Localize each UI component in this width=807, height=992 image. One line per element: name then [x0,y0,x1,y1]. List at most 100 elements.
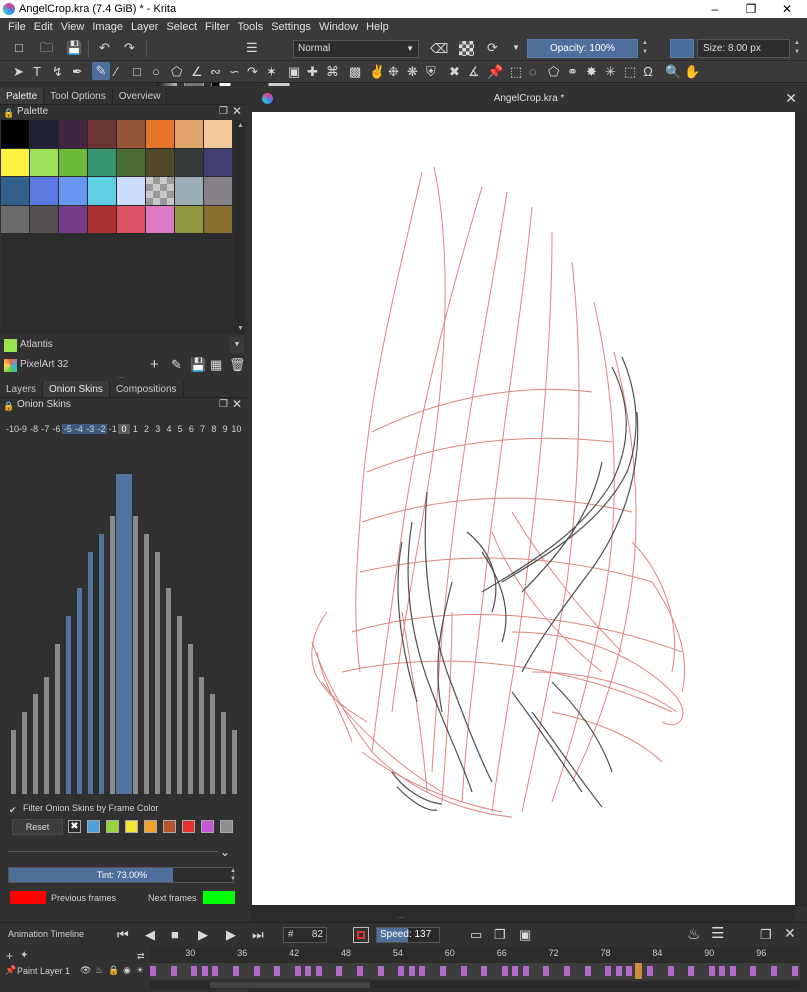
onion-frame-number[interactable]: -3 [84,424,96,434]
animated-icon[interactable]: ☀ [136,965,144,976]
palette-swatch[interactable] [117,205,146,234]
new-document-icon[interactable]: □ [15,41,23,54]
keyframe[interactable] [232,966,239,976]
frame-track[interactable] [150,963,800,979]
ellipse-tool-icon[interactable]: ○ [152,65,160,78]
palette-swatch[interactable] [88,120,117,149]
timeline-scrollbar[interactable] [150,981,800,989]
reference-images-icon[interactable]: 📌 [487,65,503,78]
add-frame-icon[interactable]: ▭ [470,928,482,941]
frame-color-yellow[interactable] [125,820,138,833]
reload-preset-icon[interactable]: ⟳ [487,41,498,54]
lock-icon[interactable]: 🔒 [108,965,119,976]
onion-opacity-bar[interactable] [33,694,39,794]
palette-swatch[interactable] [30,177,59,206]
onion-frame-number[interactable]: 8 [208,424,219,434]
keyframe[interactable] [667,966,674,976]
zoom-timeline-icon[interactable]: ⇄ [137,951,145,962]
contiguous-select-icon[interactable]: ✸ [586,65,597,78]
keyframe[interactable] [729,966,736,976]
onion-frame-number[interactable]: 7 [197,424,208,434]
onion-skin-icon[interactable]: ♨ [95,965,103,976]
tab-onion-skins[interactable]: Onion Skins [43,381,110,397]
canvas-horizontal-scrollbar[interactable] [252,907,795,916]
onion-frame-number[interactable]: -5 [62,424,74,434]
keyframe[interactable] [750,966,757,976]
opacity-slider[interactable]: Opacity: 100% [527,39,638,58]
palette-scrollbar[interactable]: ▲ ▼ [234,120,245,334]
timeline-ruler[interactable]: 30 36 42 48 54 60 66 72 78 84 90 96 [150,947,800,963]
keyframe[interactable] [771,966,777,976]
close-window-icon[interactable]: ✕ [772,0,802,18]
text-tool-icon[interactable]: T [33,65,41,78]
colorize-mask-icon[interactable]: ❋ [407,65,418,78]
onion-frame-number[interactable]: 4 [163,424,174,434]
freehand-brush-icon[interactable]: ✎ [92,62,110,80]
chevron-down-icon[interactable]: ⌄ [220,845,230,859]
current-frame-field[interactable]: #82 [283,927,327,943]
onion-opacity-bar[interactable] [209,694,215,794]
frame-color-brown[interactable] [163,820,176,833]
menu-window[interactable]: Window [315,21,362,33]
onion-frame-number[interactable]: -9 [17,424,28,434]
assistant-tool-icon[interactable]: ✖ [449,65,460,78]
frame-color-red[interactable] [182,820,195,833]
palette-swatch[interactable] [1,205,30,234]
onion-frame-number[interactable]: -10 [6,424,19,434]
palette-swatch[interactable] [30,148,59,177]
menu-help[interactable]: Help [362,21,393,33]
palette-swatch[interactable] [1,148,30,177]
onion-opacity-bar[interactable] [143,534,149,794]
keyframe[interactable] [170,966,177,976]
brush-settings-icon[interactable]: ☰ [246,41,258,54]
splitter-handle[interactable]: ⋯ [397,914,404,922]
tab-overview[interactable]: Overview [113,88,168,104]
keyframe[interactable] [150,966,156,976]
tab-layers[interactable]: Layers [0,381,44,397]
onion-frame-number[interactable]: 5 [175,424,186,434]
chevron-down-icon[interactable]: ▼ [512,44,520,52]
menu-filter[interactable]: Filter [201,21,233,33]
menu-view[interactable]: View [57,21,89,33]
polyline-tool-icon[interactable]: ∠ [191,65,203,78]
float-dock-icon[interactable]: ❐ [219,398,228,412]
last-frame-icon[interactable]: ⏭ [252,928,264,941]
frame-color-none[interactable]: ✖ [68,820,81,833]
palette-swatch[interactable] [117,120,146,149]
line-tool-icon[interactable]: ∕ [115,65,117,78]
magnetic-select-icon[interactable]: Ω [643,65,653,78]
gradient-tool-icon[interactable]: ▩ [349,65,361,78]
onion-frame-number[interactable]: -6 [51,424,62,434]
palette-swatch[interactable] [175,177,204,206]
freehand-path-icon[interactable]: ∽ [229,65,240,78]
frame-color-blue[interactable] [87,820,100,833]
add-swatch-icon[interactable]: + [150,357,159,372]
current-frame-marker[interactable] [635,963,643,979]
palette-swatch[interactable] [117,177,146,206]
palette-swatch[interactable] [146,177,175,206]
frame-color-gray[interactable] [220,820,233,833]
onion-opacity-bar[interactable] [116,473,132,794]
redo-icon[interactable]: ↷ [124,41,135,54]
alpha-lock-icon[interactable] [459,41,474,56]
calligraphy-icon[interactable]: ✒ [72,65,83,78]
dynamic-brush-icon[interactable]: ↷ [247,65,258,78]
tint-spinner[interactable]: ▲ ▼ [230,867,236,883]
palette-swatch[interactable] [175,120,204,149]
measure-tool-icon[interactable]: ∡ [468,65,480,78]
opacity-spinner[interactable]: ▲ ▼ [640,39,650,58]
menu-settings[interactable]: Settings [267,21,315,33]
close-dock-icon[interactable]: ✕ [784,926,796,940]
palette-name[interactable]: PixelArt 32 [20,359,68,370]
keyframe[interactable] [398,966,405,976]
menu-image[interactable]: Image [88,21,127,33]
save-palette-icon[interactable]: 💾 [190,358,206,371]
layer-options-icon[interactable]: ✦ [20,950,28,961]
onion-frame-number[interactable]: 1 [130,424,141,434]
pin-icon[interactable]: 📌 [5,965,16,976]
menu-tools[interactable]: Tools [234,21,268,33]
tab-palette[interactable]: Palette [0,88,45,104]
onion-opacity-bar[interactable] [44,676,50,794]
rectangle-tool-icon[interactable]: □ [133,65,141,78]
keyframe[interactable] [460,966,467,976]
